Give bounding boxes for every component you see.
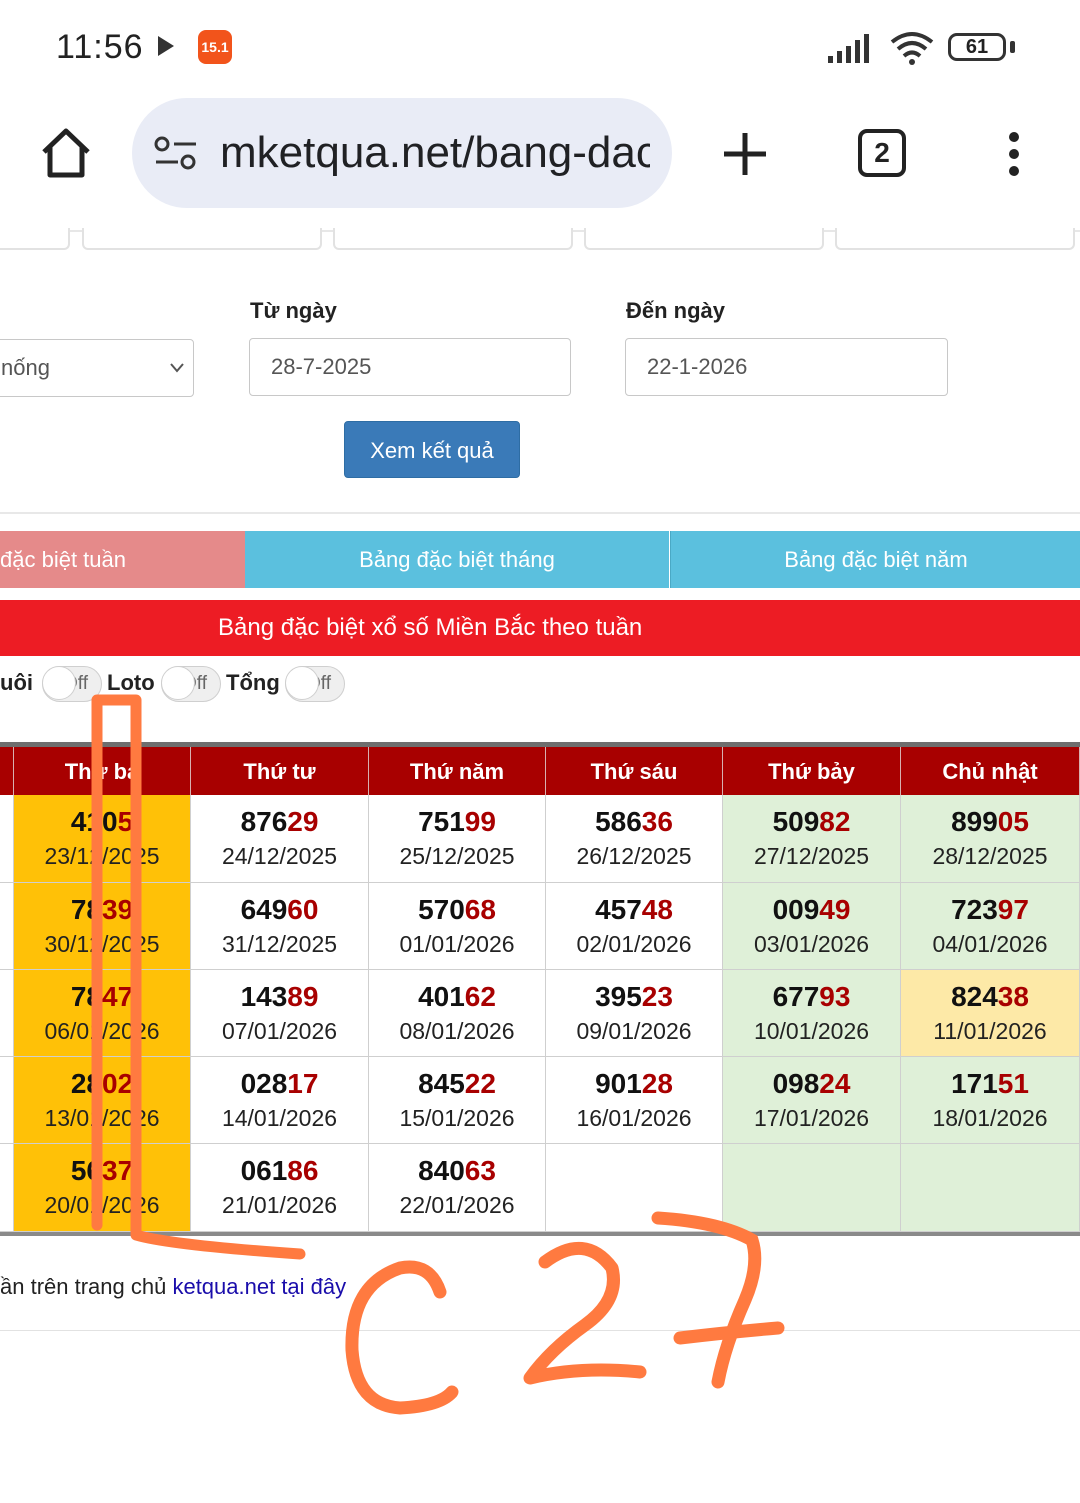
handwritten-annotation	[91, 694, 785, 1415]
